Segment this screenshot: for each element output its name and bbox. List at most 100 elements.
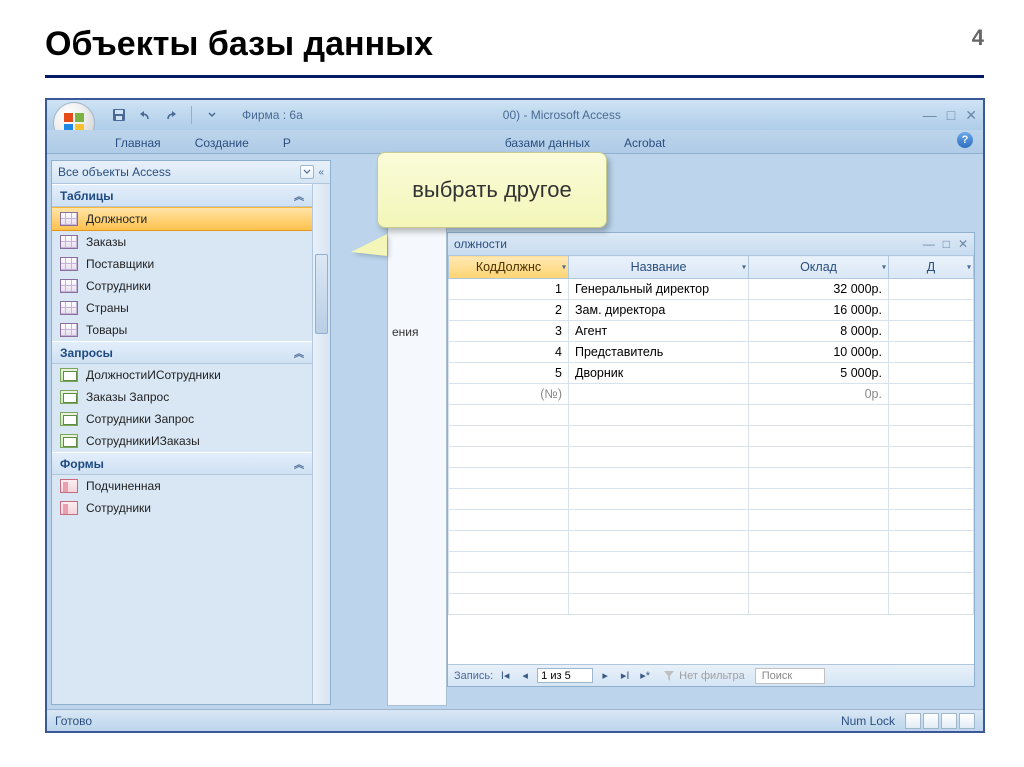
search-box[interactable]: Поиск <box>755 668 825 684</box>
column-dropdown-icon[interactable]: ▾ <box>967 263 971 272</box>
nav-pane-header[interactable]: Все объекты Access « <box>52 161 330 184</box>
collapse-group-icon[interactable]: ︽ <box>294 345 304 360</box>
first-record-button[interactable]: I◂ <box>497 669 513 682</box>
cell-id[interactable]: 4 <box>449 342 569 363</box>
new-record-button[interactable]: ▸* <box>637 669 653 682</box>
empty-row <box>449 489 974 510</box>
nav-item[interactable]: Страны <box>52 297 312 319</box>
tab-create[interactable]: Создание <box>187 133 257 153</box>
cell-salary[interactable]: 8 000р. <box>749 321 889 342</box>
nav-item[interactable]: Товары <box>52 319 312 341</box>
nav-group-header[interactable]: Формы︽ <box>52 452 312 475</box>
nav-scroll-thumb[interactable] <box>315 254 328 334</box>
nav-item-label: Подчиненная <box>86 479 161 493</box>
filter-icon <box>663 670 675 682</box>
nav-item[interactable]: СотрудникиИЗаказы <box>52 430 312 452</box>
cell-extra[interactable] <box>889 300 974 321</box>
table-icon <box>60 257 78 271</box>
new-row[interactable]: (№) 0р. <box>449 384 974 405</box>
background-panel-label: ения <box>392 325 419 339</box>
cell-id[interactable]: (№) <box>449 384 569 405</box>
cell-name[interactable]: Зам. директора <box>569 300 749 321</box>
form-icon <box>60 479 78 493</box>
minimize-button[interactable]: — <box>923 107 937 124</box>
column-dropdown-icon[interactable]: ▾ <box>742 263 746 272</box>
view-pivot-button[interactable] <box>941 713 957 729</box>
collapse-group-icon[interactable]: ︽ <box>294 456 304 471</box>
collapse-group-icon[interactable]: ︽ <box>294 188 304 203</box>
column-dropdown-icon[interactable]: ▾ <box>882 263 886 272</box>
tab-home[interactable]: Главная <box>107 133 169 153</box>
cell-name[interactable]: Представитель <box>569 342 749 363</box>
nav-item[interactable]: Сотрудники <box>52 275 312 297</box>
cell-name[interactable]: Генеральный директор <box>569 279 749 300</box>
view-datasheet-button[interactable] <box>905 713 921 729</box>
table-row[interactable]: 1Генеральный директор32 000р. <box>449 279 974 300</box>
cell-name[interactable]: Агент <box>569 321 749 342</box>
status-bar: Готово Num Lock <box>47 709 983 731</box>
cell-id[interactable]: 1 <box>449 279 569 300</box>
last-record-button[interactable]: ▸I <box>617 669 633 682</box>
cell-name[interactable]: Дворник <box>569 363 749 384</box>
cell-extra[interactable] <box>889 384 974 405</box>
qat-customize-button[interactable] <box>202 105 222 125</box>
nav-collapse-button[interactable]: « <box>318 167 324 178</box>
cell-name[interactable] <box>569 384 749 405</box>
cell-salary[interactable]: 0р. <box>749 384 889 405</box>
cell-id[interactable]: 3 <box>449 321 569 342</box>
help-icon[interactable]: ? <box>957 132 973 148</box>
cell-salary[interactable]: 16 000р. <box>749 300 889 321</box>
tab-database-tools[interactable]: базами данных <box>497 133 598 153</box>
close-button[interactable]: ✕ <box>965 107 977 124</box>
record-navigator: Запись: I◂ ◂ ▸ ▸I ▸* Нет фильтра Поиск <box>448 664 974 686</box>
cell-extra[interactable] <box>889 279 974 300</box>
nav-category-dropdown[interactable] <box>300 165 314 179</box>
datasheet-titlebar[interactable]: олжности — □ ✕ <box>448 233 974 255</box>
cell-salary[interactable]: 5 000р. <box>749 363 889 384</box>
view-chart-button[interactable] <box>959 713 975 729</box>
cell-salary[interactable]: 10 000р. <box>749 342 889 363</box>
datasheet-restore[interactable]: □ <box>943 237 950 251</box>
table-row[interactable]: 4Представитель10 000р. <box>449 342 974 363</box>
prev-record-button[interactable]: ◂ <box>517 669 533 682</box>
view-design-button[interactable] <box>923 713 939 729</box>
nav-item[interactable]: Должности <box>52 207 312 231</box>
datasheet-grid[interactable]: КодДолжнс▾Название▾Оклад▾Д▾1Генеральный … <box>448 255 974 664</box>
nav-item[interactable]: Подчиненная <box>52 475 312 497</box>
tab-partial-r[interactable]: Р <box>275 133 299 153</box>
cell-id[interactable]: 5 <box>449 363 569 384</box>
column-header[interactable]: Д▾ <box>889 256 974 279</box>
nav-item[interactable]: Заказы <box>52 231 312 253</box>
nav-item[interactable]: Сотрудники <box>52 497 312 519</box>
table-row[interactable]: 3Агент8 000р. <box>449 321 974 342</box>
column-header[interactable]: Название▾ <box>569 256 749 279</box>
nav-item[interactable]: ДолжностиИСотрудники <box>52 364 312 386</box>
maximize-button[interactable]: □ <box>947 107 955 124</box>
redo-button[interactable] <box>161 105 181 125</box>
table-row[interactable]: 5Дворник5 000р. <box>449 363 974 384</box>
record-position-input[interactable] <box>537 668 593 683</box>
nav-item[interactable]: Сотрудники Запрос <box>52 408 312 430</box>
cell-extra[interactable] <box>889 342 974 363</box>
nav-scrollbar[interactable] <box>312 184 330 704</box>
cell-extra[interactable] <box>889 363 974 384</box>
table-row[interactable]: 2Зам. директора16 000р. <box>449 300 974 321</box>
empty-row <box>449 468 974 489</box>
cell-extra[interactable] <box>889 321 974 342</box>
nav-group-header[interactable]: Таблицы︽ <box>52 184 312 207</box>
nav-group-header[interactable]: Запросы︽ <box>52 341 312 364</box>
datasheet-close[interactable]: ✕ <box>958 237 968 251</box>
nav-item[interactable]: Заказы Запрос <box>52 386 312 408</box>
column-header[interactable]: Оклад▾ <box>749 256 889 279</box>
next-record-button[interactable]: ▸ <box>597 669 613 682</box>
nav-item[interactable]: Поставщики <box>52 253 312 275</box>
workspace: выбрать другое Все объекты Access « Табл… <box>47 156 983 709</box>
column-header[interactable]: КодДолжнс▾ <box>449 256 569 279</box>
cell-id[interactable]: 2 <box>449 300 569 321</box>
cell-salary[interactable]: 32 000р. <box>749 279 889 300</box>
column-dropdown-icon[interactable]: ▾ <box>562 263 566 272</box>
undo-button[interactable] <box>135 105 155 125</box>
datasheet-minimize[interactable]: — <box>923 237 935 251</box>
tab-acrobat[interactable]: Acrobat <box>616 133 673 153</box>
save-button[interactable] <box>109 105 129 125</box>
